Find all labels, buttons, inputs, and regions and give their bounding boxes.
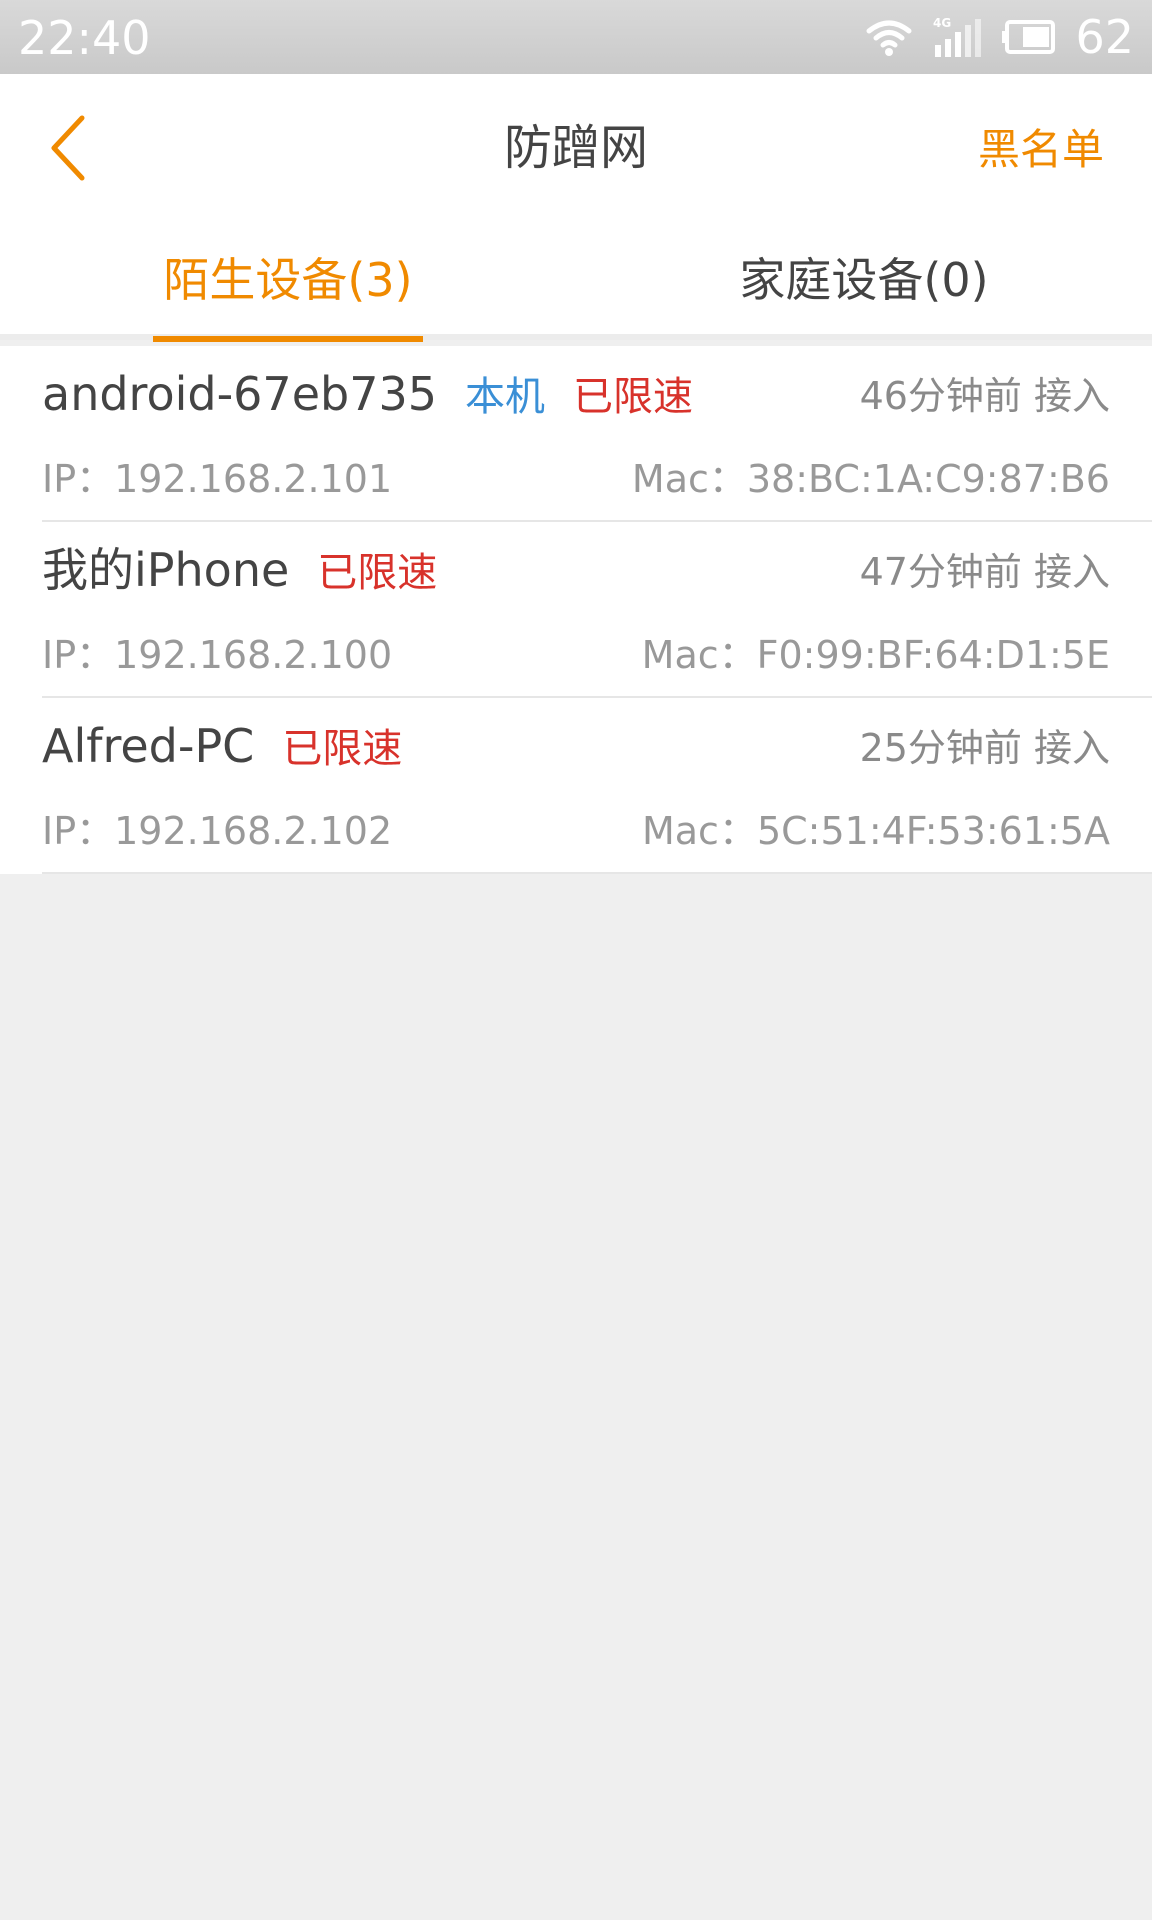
rate-limited-badge: 已限速 (573, 374, 693, 420)
cellular-signal-icon: 4G (931, 15, 983, 59)
device-name: Alfred-PC (42, 719, 255, 773)
device-name: 我的iPhone (42, 543, 290, 597)
device-ip: IP：192.168.2.101 (42, 457, 393, 501)
device-name: android-67eb735 (42, 367, 437, 421)
tab-indicator (153, 336, 423, 342)
tab-strange-devices[interactable]: 陌生设备(3) (0, 224, 576, 334)
connect-time: 46分钟前 接入 (859, 374, 1110, 418)
device-list: android-67eb735 本机 已限速 46分钟前 接入 IP：192.168… (0, 346, 1152, 874)
battery-level: 62 (1075, 10, 1134, 64)
device-name-line: android-67eb735 本机 已限速 (42, 366, 693, 425)
status-bar: 22:40 4G 62 (0, 0, 1152, 74)
status-icons: 4G 62 (865, 8, 1134, 66)
wifi-icon (865, 17, 913, 57)
blacklist-button[interactable]: 黑名单 (978, 122, 1104, 178)
self-badge: 本机 (465, 374, 545, 420)
battery-icon (1001, 19, 1057, 55)
device-ip: IP：192.168.2.100 (42, 633, 393, 677)
rate-limited-badge: 已限速 (282, 726, 403, 772)
svg-text:4G: 4G (933, 16, 951, 30)
list-item[interactable]: 我的iPhone 已限速 47分钟前 接入 IP：192.168.2.100 Ma… (0, 522, 1152, 698)
status-time: 22:40 (18, 11, 151, 65)
rate-limited-badge: 已限速 (317, 550, 438, 596)
connect-time: 25分钟前 接入 (859, 726, 1110, 770)
device-tabs: 陌生设备(3) 家庭设备(0) (0, 224, 1152, 342)
connect-time: 47分钟前 接入 (859, 550, 1110, 594)
list-item[interactable]: android-67eb735 本机 已限速 46分钟前 接入 IP：192.168… (0, 346, 1152, 522)
tab-family-devices[interactable]: 家庭设备(0) (576, 224, 1152, 334)
device-ip: IP：192.168.2.102 (42, 809, 393, 853)
device-mac: Mac：38:BC:1A:C9:87:B6 (631, 457, 1110, 501)
device-mac: Mac：F0:99:BF:64:D1:5E (641, 633, 1110, 677)
device-name-line: 我的iPhone 已限速 (42, 542, 437, 601)
device-mac: Mac：5C:51:4F:53:61:5A (641, 809, 1110, 853)
app-header: 防蹭网 黑名单 (0, 74, 1152, 224)
list-item[interactable]: Alfred-PC 已限速 25分钟前 接入 IP：192.168.2.102 M… (0, 698, 1152, 874)
device-name-line: Alfred-PC 已限速 (42, 718, 402, 777)
divider (42, 872, 1152, 874)
